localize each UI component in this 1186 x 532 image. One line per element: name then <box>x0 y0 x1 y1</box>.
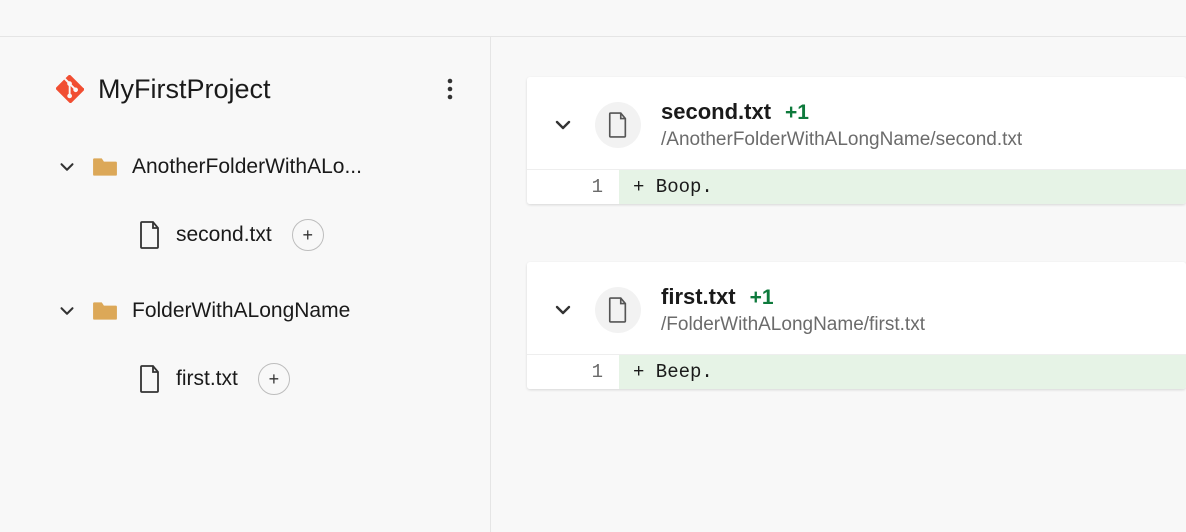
diff-header[interactable]: first.txt +1 /FolderWithALongName/first.… <box>527 262 1186 354</box>
project-menu-button[interactable] <box>434 73 466 105</box>
diff-meta: second.txt +1 /AnotherFolderWithALongNam… <box>661 99 1022 151</box>
chevron-down-icon <box>56 300 78 322</box>
project-title-wrap[interactable]: MyFirstProject <box>56 74 271 105</box>
vertical-dots-icon <box>447 78 453 100</box>
chevron-down-icon <box>551 113 575 137</box>
diff-title-row: first.txt +1 <box>661 284 925 310</box>
file-avatar <box>595 287 641 333</box>
line-number: 1 <box>527 169 619 204</box>
main-layout: MyFirstProject AnotherFolderWithALo. <box>0 37 1186 532</box>
file-icon <box>138 221 162 249</box>
folder-icon <box>92 300 118 322</box>
diff-stat: +1 <box>785 101 809 125</box>
tree-file[interactable]: first.txt + <box>56 357 466 401</box>
project-header: MyFirstProject <box>56 73 466 105</box>
line-number: 1 <box>527 354 619 389</box>
tree-folder[interactable]: FolderWithALongName <box>56 293 466 329</box>
tree-folder[interactable]: AnotherFolderWithALo... <box>56 149 466 185</box>
diff-filename: first.txt <box>661 284 736 310</box>
file-icon <box>138 365 162 393</box>
chevron-down-icon <box>551 298 575 322</box>
folder-label: FolderWithALongName <box>132 299 350 323</box>
diff-stat: +1 <box>750 286 774 310</box>
diff-filename: second.txt <box>661 99 771 125</box>
added-line: + Beep. <box>619 354 1186 389</box>
diff-path: /AnotherFolderWithALongName/second.txt <box>661 129 1022 151</box>
diff-card: first.txt +1 /FolderWithALongName/first.… <box>527 262 1186 389</box>
file-icon <box>607 297 629 323</box>
file-icon <box>607 112 629 138</box>
diff-card: second.txt +1 /AnotherFolderWithALongNam… <box>527 77 1186 204</box>
project-title: MyFirstProject <box>98 74 271 105</box>
diff-header[interactable]: second.txt +1 /AnotherFolderWithALongNam… <box>527 77 1186 169</box>
diff-title-row: second.txt +1 <box>661 99 1022 125</box>
diff-panel: second.txt +1 /AnotherFolderWithALongNam… <box>491 37 1186 532</box>
added-badge: + <box>258 363 290 395</box>
file-label: second.txt <box>176 223 272 247</box>
diff-path: /FolderWithALongName/first.txt <box>661 314 925 336</box>
git-icon <box>56 75 84 103</box>
file-tree: AnotherFolderWithALo... second.txt + Fol… <box>56 149 466 401</box>
folder-icon <box>92 156 118 178</box>
folder-label: AnotherFolderWithALo... <box>132 155 362 179</box>
diff-body: 1 + Boop. <box>527 169 1186 204</box>
file-label: first.txt <box>176 367 238 391</box>
tree-file[interactable]: second.txt + <box>56 213 466 257</box>
diff-meta: first.txt +1 /FolderWithALongName/first.… <box>661 284 925 336</box>
file-avatar <box>595 102 641 148</box>
diff-body: 1 + Beep. <box>527 354 1186 389</box>
added-badge: + <box>292 219 324 251</box>
top-toolbar-strip <box>0 0 1186 37</box>
sidebar: MyFirstProject AnotherFolderWithALo. <box>0 37 491 532</box>
added-line: + Boop. <box>619 169 1186 204</box>
chevron-down-icon <box>56 156 78 178</box>
